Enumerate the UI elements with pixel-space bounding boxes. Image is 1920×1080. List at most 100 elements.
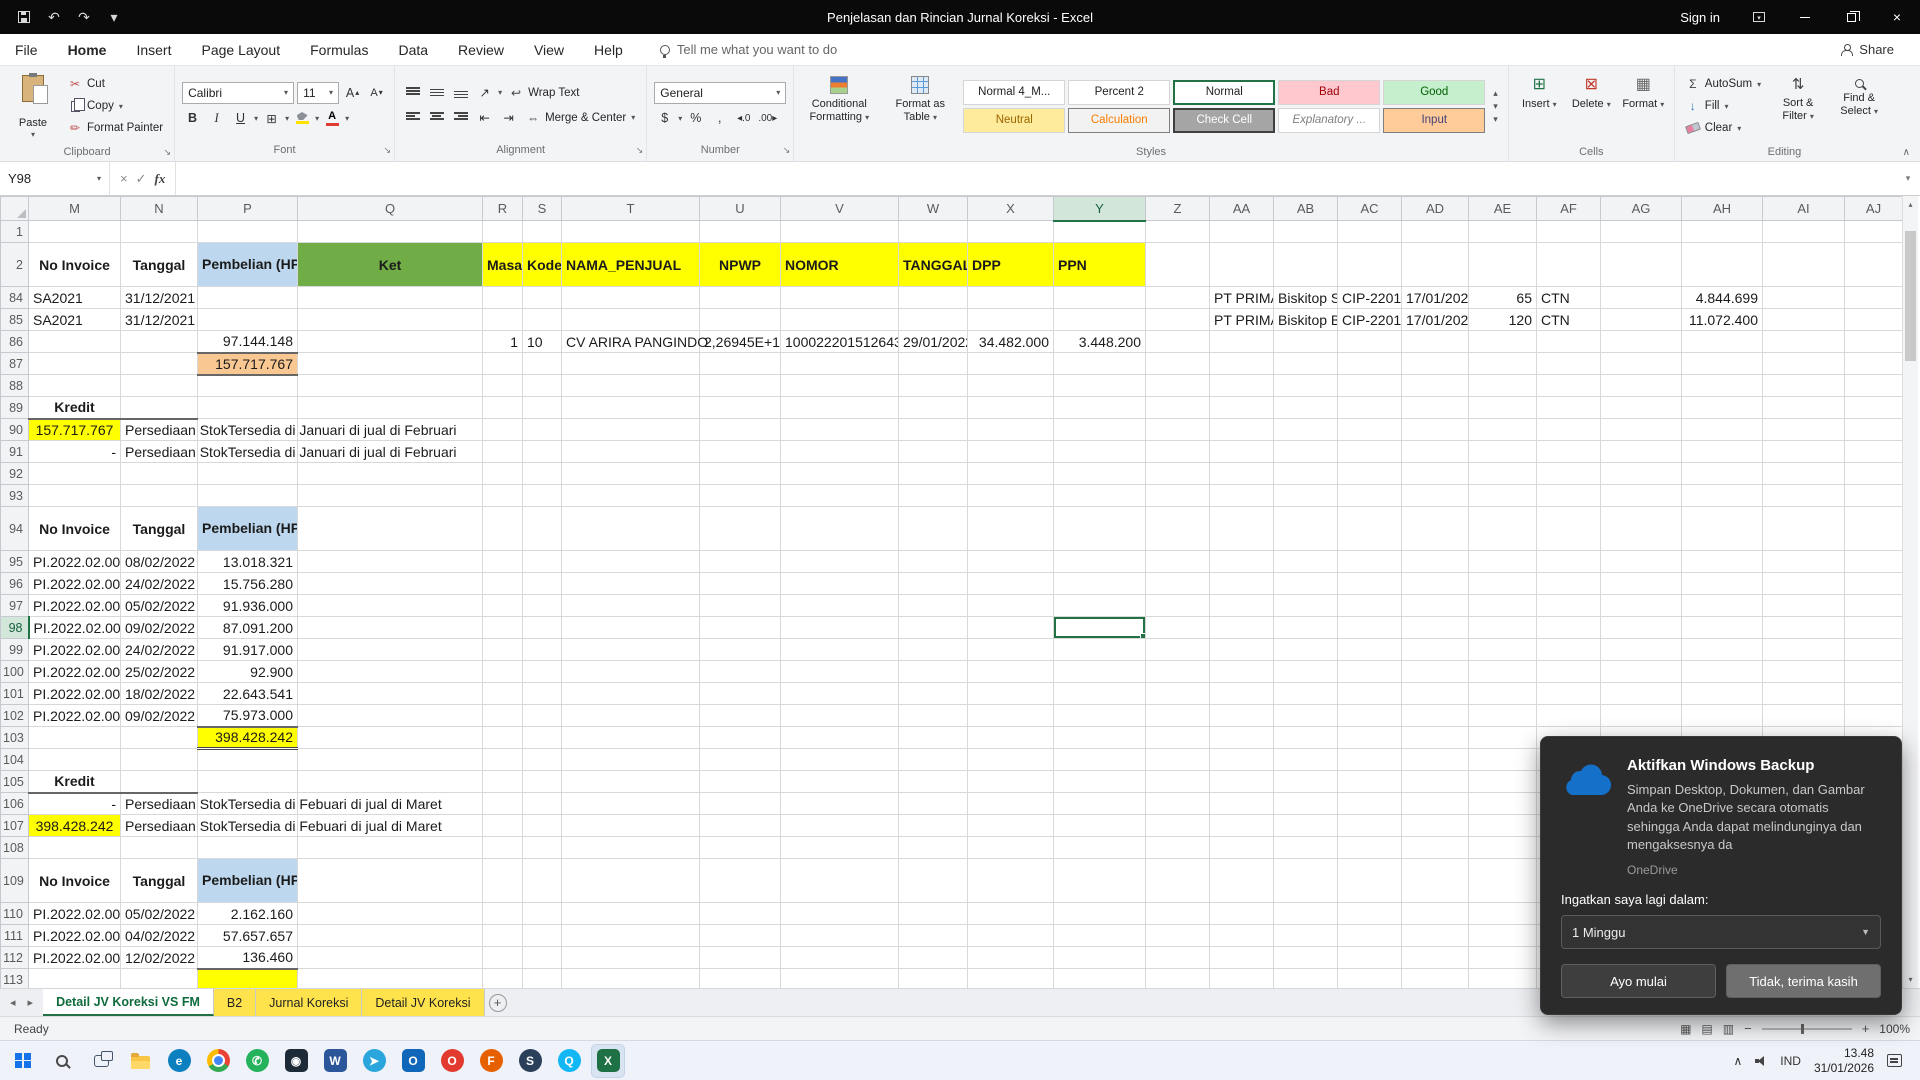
cell-aa102[interactable] <box>1209 704 1274 727</box>
cell-q97[interactable] <box>297 594 483 617</box>
cell-x108[interactable] <box>967 836 1054 859</box>
cell-ag90[interactable] <box>1600 418 1682 441</box>
cell-s2[interactable]: Kode <box>522 242 562 287</box>
cell-p2[interactable]: Pembelian (HPP) <box>197 242 298 287</box>
row-header-110[interactable]: 110 <box>0 902 29 925</box>
cell-r108[interactable] <box>482 836 523 859</box>
cell-w85[interactable] <box>898 308 968 331</box>
cell-ad109[interactable] <box>1401 858 1469 903</box>
cell-n96[interactable]: 24/02/2022 <box>120 572 198 595</box>
cell-x95[interactable] <box>967 550 1054 573</box>
cell-m108[interactable] <box>28 836 121 859</box>
cell-t97[interactable] <box>561 594 700 617</box>
cell-ad108[interactable] <box>1401 836 1469 859</box>
font-size-select[interactable]: 11 ▾ <box>297 81 340 104</box>
cell-v111[interactable] <box>780 924 899 947</box>
wrap-text-button[interactable]: ↩ Wrap Text <box>505 83 583 103</box>
cell-v92[interactable] <box>780 462 899 485</box>
cell-r104[interactable] <box>482 748 523 771</box>
cell-y102[interactable] <box>1053 704 1146 727</box>
cell-u104[interactable] <box>699 748 781 771</box>
cell-q100[interactable] <box>297 660 483 683</box>
cell-aj102[interactable] <box>1844 704 1902 727</box>
cell-x86[interactable]: 34.482.000 <box>967 330 1054 353</box>
cell-ad96[interactable] <box>1401 572 1469 595</box>
cell-w102[interactable] <box>898 704 968 727</box>
cell-q88[interactable] <box>297 374 483 397</box>
cell-p108[interactable] <box>197 836 298 859</box>
cell-aa93[interactable] <box>1209 484 1274 507</box>
cell-w87[interactable] <box>898 352 968 375</box>
cell-n104[interactable] <box>120 748 198 771</box>
row-header-99[interactable]: 99 <box>0 638 29 661</box>
cell-ag91[interactable] <box>1600 440 1682 463</box>
cell-u1[interactable] <box>699 220 781 243</box>
cell-s86[interactable]: 10 <box>522 330 562 353</box>
cell-aj85[interactable] <box>1844 308 1902 331</box>
cell-ad111[interactable] <box>1401 924 1469 947</box>
cell-x90[interactable] <box>967 418 1054 441</box>
cell-aj88[interactable] <box>1844 374 1902 397</box>
taskbar-task-view[interactable] <box>84 1044 118 1078</box>
cell-u85[interactable] <box>699 308 781 331</box>
cell-v110[interactable] <box>780 902 899 925</box>
underline-button[interactable]: U <box>230 108 251 129</box>
cell-x87[interactable] <box>967 352 1054 375</box>
cell-aa104[interactable] <box>1209 748 1274 771</box>
cell-ac102[interactable] <box>1337 704 1402 727</box>
cell-n100[interactable]: 25/02/2022 <box>120 660 198 683</box>
taskbar-file-explorer[interactable] <box>123 1044 157 1078</box>
cell-n102[interactable]: 09/02/2022 <box>120 704 198 727</box>
cell-ag100[interactable] <box>1600 660 1682 683</box>
italic-button[interactable]: I <box>206 108 227 129</box>
cell-ai95[interactable] <box>1762 550 1845 573</box>
cell-aj96[interactable] <box>1844 572 1902 595</box>
cell-aa98[interactable] <box>1209 616 1274 639</box>
delete-cells-button[interactable]: ⊠ Delete ▾ <box>1568 70 1615 142</box>
cell-x100[interactable] <box>967 660 1054 683</box>
cell-s84[interactable] <box>522 286 562 309</box>
row-header-85[interactable]: 85 <box>0 308 29 331</box>
cell-v98[interactable] <box>780 616 899 639</box>
cell-q102[interactable] <box>297 704 483 727</box>
cell-ai97[interactable] <box>1762 594 1845 617</box>
vertical-scrollbar[interactable]: ▴ ▾ <box>1902 196 1918 988</box>
format-as-table-button[interactable]: Format as Table ▾ <box>882 70 958 142</box>
row-header-107[interactable]: 107 <box>0 814 29 837</box>
row-header-103[interactable]: 103 <box>0 726 29 749</box>
cell-ab106[interactable] <box>1273 792 1338 815</box>
cell-ac88[interactable] <box>1337 374 1402 397</box>
cell-w98[interactable] <box>898 616 968 639</box>
cell-p99[interactable]: 91.917.000 <box>197 638 298 661</box>
cell-u87[interactable] <box>699 352 781 375</box>
cell-aa100[interactable] <box>1209 660 1274 683</box>
number-format-select[interactable]: General ▾ <box>654 81 787 104</box>
cell-u111[interactable] <box>699 924 781 947</box>
cell-n113[interactable] <box>120 968 198 988</box>
cell-n2[interactable]: Tanggal <box>120 242 198 287</box>
cell-af91[interactable] <box>1536 440 1601 463</box>
row-header-86[interactable]: 86 <box>0 330 29 353</box>
cell-r106[interactable] <box>482 792 523 815</box>
cell-ab91[interactable] <box>1273 440 1338 463</box>
cell-t89[interactable] <box>561 396 700 419</box>
cell-z113[interactable] <box>1145 968 1210 988</box>
cell-t84[interactable] <box>561 286 700 309</box>
cell-ab86[interactable] <box>1273 330 1338 353</box>
cell-r85[interactable] <box>482 308 523 331</box>
cell-r107[interactable] <box>482 814 523 837</box>
cell-z97[interactable] <box>1145 594 1210 617</box>
cell-ae84[interactable]: 65 <box>1468 286 1537 309</box>
cell-y107[interactable] <box>1053 814 1146 837</box>
accounting-format-button[interactable]: $ <box>654 108 675 129</box>
column-header-ah[interactable]: AH <box>1681 196 1763 221</box>
cell-y87[interactable] <box>1053 352 1146 375</box>
cell-ac111[interactable] <box>1337 924 1402 947</box>
cell-ah102[interactable] <box>1681 704 1763 727</box>
cell-ah87[interactable] <box>1681 352 1763 375</box>
cell-q1[interactable] <box>297 220 483 243</box>
cell-ad85[interactable]: 17/01/2022 <box>1401 308 1469 331</box>
cell-n92[interactable] <box>120 462 198 485</box>
taskbar-outlook[interactable]: O <box>396 1044 430 1078</box>
cell-t109[interactable] <box>561 858 700 903</box>
